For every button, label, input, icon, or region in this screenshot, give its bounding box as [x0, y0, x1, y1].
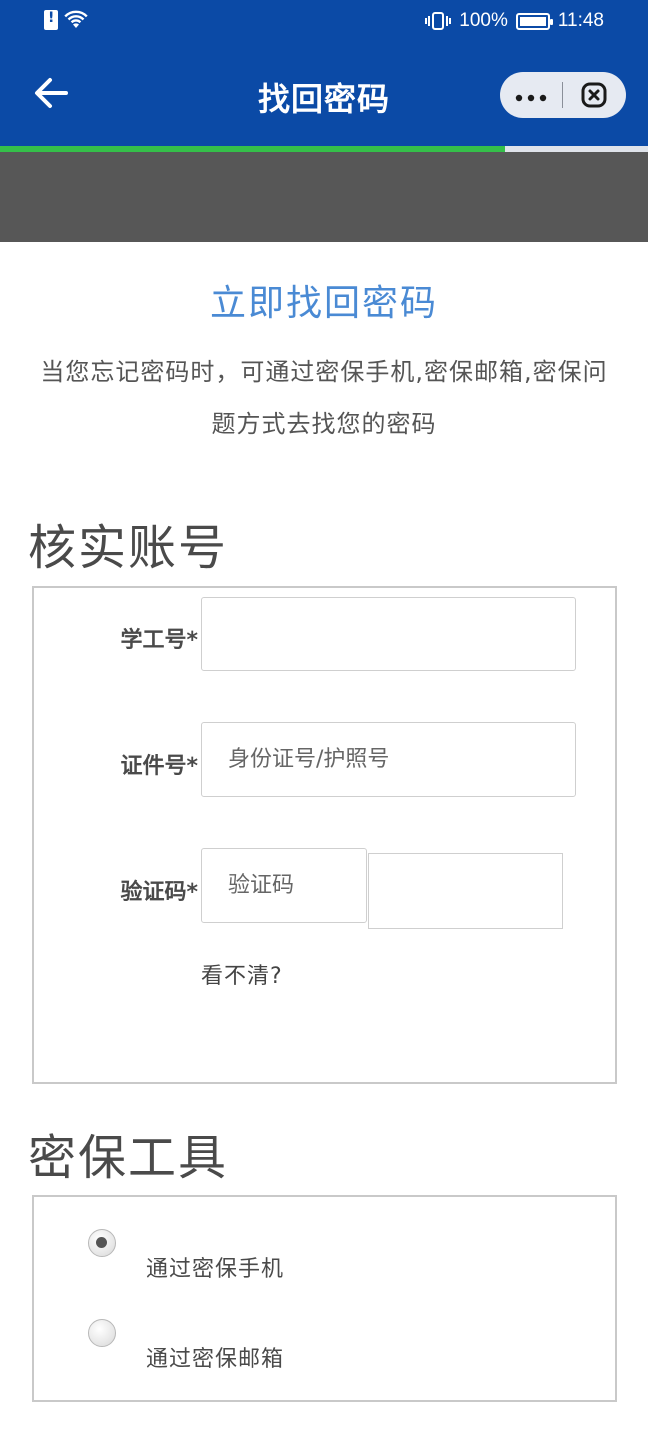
more-button[interactable] [500, 86, 562, 104]
verify-account-panel: 学工号* 证件号* 验证码* 看不清? [32, 586, 617, 1084]
intro-description: 当您忘记密码时，可通过密保手机,密保邮箱,密保问题方式去找您的密码 [40, 358, 608, 438]
security-tools-panel: 通过密保手机 通过密保邮箱 [32, 1195, 617, 1402]
option-email-label: 通过密保邮箱 [146, 1347, 285, 1372]
close-button[interactable] [563, 81, 625, 109]
verify-account-title: 核实账号 [28, 520, 229, 576]
nav-bar: 找回密码 [0, 44, 648, 146]
banner-area [0, 152, 648, 242]
sim-alert-icon [44, 10, 58, 30]
captcha-label: 验证码* [120, 880, 198, 905]
student-id-input[interactable] [201, 597, 576, 671]
captcha-image[interactable] [368, 853, 563, 929]
radio-email[interactable] [88, 1319, 116, 1347]
security-tools-title: 密保工具 [28, 1130, 229, 1186]
student-id-label: 学工号* [120, 628, 198, 653]
option-phone-label: 通过密保手机 [146, 1257, 285, 1282]
captcha-refresh-link[interactable]: 看不清? [201, 958, 283, 990]
captcha-input[interactable] [201, 848, 367, 923]
id-number-label: 证件号* [120, 754, 198, 779]
wifi-icon [64, 10, 88, 28]
status-right: 100% 11:48 [425, 10, 604, 32]
radio-phone[interactable] [88, 1229, 116, 1257]
more-dots-icon [515, 94, 547, 102]
battery-percent: 100% [459, 10, 508, 31]
status-bar: 100% 11:48 [0, 0, 648, 44]
close-circle-icon [581, 82, 607, 108]
battery-icon [515, 12, 553, 30]
intro-title: 立即找回密码 [209, 283, 438, 324]
status-time: 11:48 [557, 10, 604, 31]
mini-program-capsule [500, 72, 626, 118]
id-number-input[interactable] [201, 722, 576, 797]
vibrate-icon [425, 12, 452, 30]
app-header: 100% 11:48 找回密码 [0, 0, 648, 146]
status-left [44, 10, 88, 30]
